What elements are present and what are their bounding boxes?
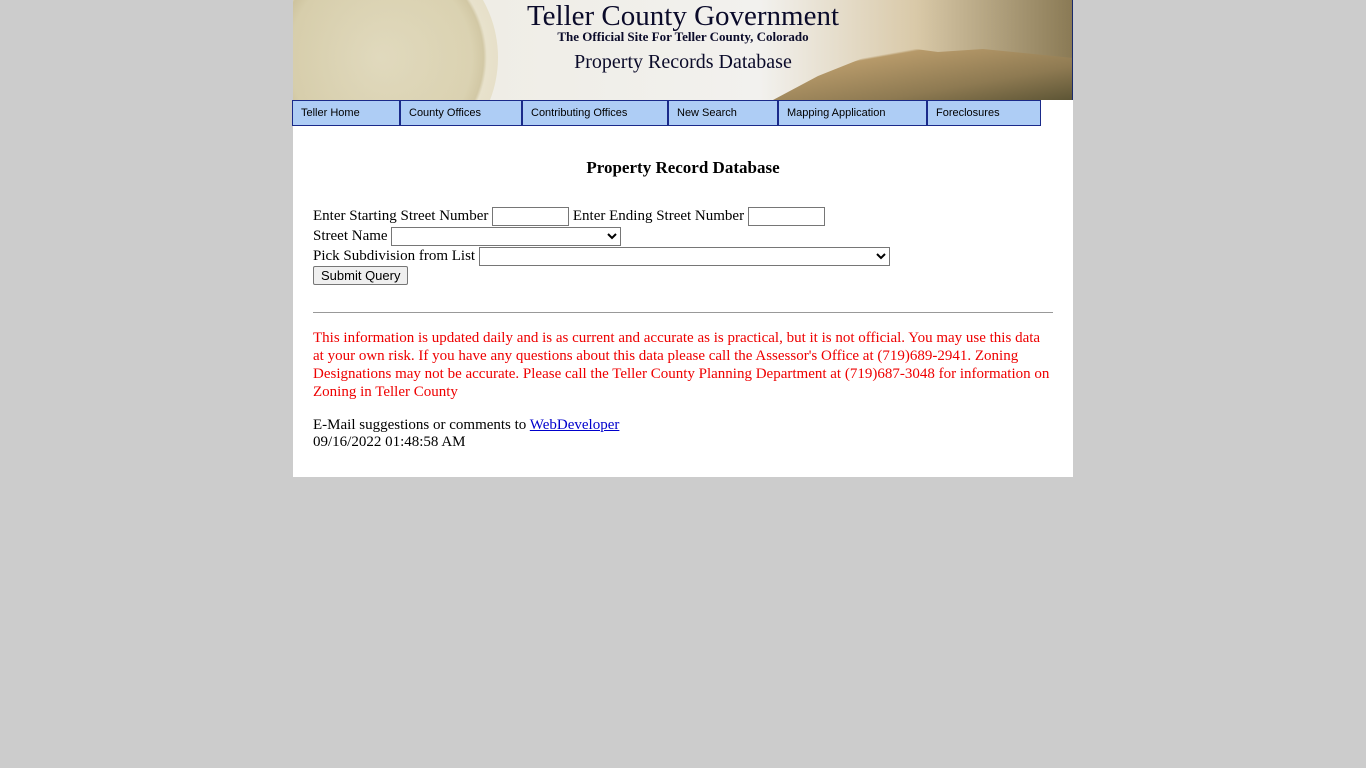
page-title: Property Record Database <box>586 158 780 177</box>
start-number-label: Enter Starting Street Number <box>313 208 489 224</box>
nav-county-offices[interactable]: County Offices <box>400 100 522 126</box>
webdeveloper-link[interactable]: WebDeveloper <box>530 417 620 433</box>
nav-new-search[interactable]: New Search <box>668 100 778 126</box>
street-name-label: Street Name <box>313 228 388 244</box>
street-name-select[interactable] <box>391 227 622 247</box>
nav-foreclosures[interactable]: Foreclosures <box>927 100 1041 126</box>
submit-query-button[interactable]: Submit Query <box>313 266 409 285</box>
email-text: E-Mail suggestions or comments to <box>313 417 530 433</box>
disclaimer-text: This information is updated daily and is… <box>313 330 1050 400</box>
nav-bar: Teller Home County Offices Contributing … <box>292 100 1041 126</box>
page: Teller County Government The Official Si… <box>292 0 1073 477</box>
subdivision-select[interactable] <box>478 247 890 267</box>
timestamp: 09/16/2022 01:48:58 AM <box>313 434 466 450</box>
nav-contributing-offices[interactable]: Contributing Offices <box>522 100 668 126</box>
end-number-input[interactable] <box>747 207 825 227</box>
site-subtitle: The Official Site For Teller County, Col… <box>557 29 809 44</box>
end-number-label: Enter Ending Street Number <box>572 208 745 224</box>
section-title: Property Records Database <box>574 51 792 73</box>
main-content: Property Record Database Enter Starting … <box>313 150 1053 451</box>
start-number-input[interactable] <box>492 207 570 227</box>
divider <box>313 312 1053 313</box>
subdivision-label: Pick Subdivision from List <box>313 248 476 264</box>
nav-teller-home[interactable]: Teller Home <box>292 100 400 126</box>
nav-mapping-application[interactable]: Mapping Application <box>778 100 927 126</box>
header-banner: Teller County Government The Official Si… <box>293 0 1073 100</box>
